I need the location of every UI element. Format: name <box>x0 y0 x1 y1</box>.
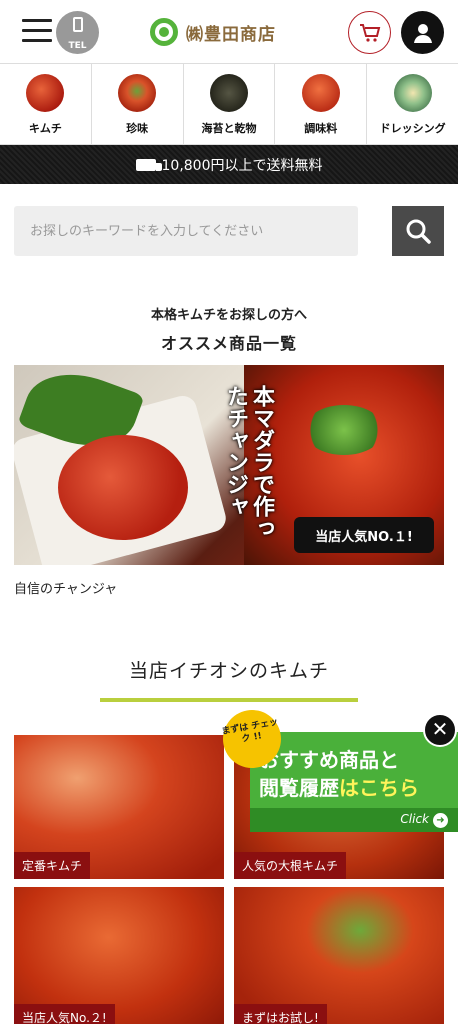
product-label: 人気の大根キムチ <box>234 852 347 879</box>
popular-badge: 当店人気NO.１! <box>294 517 434 553</box>
phone-icon <box>72 17 83 32</box>
search-button[interactable] <box>392 206 444 256</box>
product-label: まずはお試し! <box>234 1004 327 1024</box>
site-header: TEL ㈱豊田商店 <box>0 0 458 64</box>
close-icon[interactable]: ✕ <box>423 713 457 747</box>
seasoning-thumbnail <box>301 74 340 112</box>
banner-caption[interactable]: 自信のチャンジャ <box>14 578 117 597</box>
popup-history-word: 閲覧履歴 <box>259 776 339 800</box>
category-label: ドレッシング <box>379 122 446 135</box>
user-icon <box>413 23 432 43</box>
account-button[interactable] <box>401 11 444 54</box>
changja-image <box>58 435 188 540</box>
recommend-history-popup[interactable]: おすすめ商品と 閲覧履歴はこちら Click まずは チェック !! ✕ <box>218 705 458 832</box>
chinmi-thumbnail <box>118 74 157 112</box>
product-tile-popular-no2[interactable]: 当店人気No.２! <box>14 887 224 1024</box>
dressing-thumbnail <box>393 74 432 112</box>
category-label: 珍味 <box>126 122 149 135</box>
recommend-subtitle: 本格キムチをお探しの方へ <box>150 308 307 323</box>
category-kimchi[interactable]: キムチ <box>0 64 92 144</box>
category-label: キムチ <box>28 122 62 135</box>
cart-icon <box>359 23 380 42</box>
product-tile-trial[interactable]: まずはお試し! <box>234 887 444 1024</box>
tel-button[interactable]: TEL <box>56 11 99 54</box>
section-underline <box>100 698 358 702</box>
green-onion-image <box>304 405 384 455</box>
logo-text: ㈱豊田商店 <box>186 24 276 45</box>
category-nori-dried[interactable]: 海苔と乾物 <box>184 64 276 144</box>
free-shipping-text: 10,800円以上で送料無料 <box>161 157 323 174</box>
popup-wa: は <box>339 776 359 800</box>
cart-button[interactable] <box>348 11 391 54</box>
nori-thumbnail <box>209 74 248 112</box>
truck-icon <box>135 158 162 171</box>
popup-here: こちら <box>359 776 419 800</box>
changja-banner[interactable]: 本マダラで作ったチャンジャ 当店人気NO.１! <box>14 365 444 565</box>
search-icon <box>406 219 431 244</box>
tel-label: TEL <box>68 41 87 51</box>
popup-line-1: おすすめ商品と <box>259 748 399 772</box>
menu-icon[interactable] <box>22 19 52 43</box>
free-shipping-banner: 10,800円以上で送料無料 <box>0 145 458 184</box>
category-label: 調味料 <box>304 122 338 135</box>
section-title: 当店イチオシのキムチ <box>128 660 329 682</box>
product-label: 定番キムチ <box>14 852 91 879</box>
product-label: 当店人気No.２! <box>14 1004 115 1024</box>
kimchi-thumbnail <box>26 74 65 112</box>
popup-click-label[interactable]: Click <box>250 808 458 832</box>
product-tile-standard-kimchi[interactable]: 定番キムチ <box>14 735 224 879</box>
category-seasoning[interactable]: 調味料 <box>275 64 368 144</box>
popup-text[interactable]: おすすめ商品と 閲覧履歴はこちら <box>259 746 419 802</box>
category-label: 海苔と乾物 <box>201 122 257 135</box>
site-logo[interactable]: ㈱豊田商店 <box>150 17 276 47</box>
logo-mark-icon <box>150 18 178 46</box>
category-nav: キムチ 珍味 海苔と乾物 調味料 ドレッシング <box>0 64 458 145</box>
recommend-title: オススメ商品一覧 <box>160 334 297 353</box>
search-input[interactable] <box>14 206 358 256</box>
category-dressing[interactable]: ドレッシング <box>367 64 458 144</box>
popup-line-2: 閲覧履歴はこちら <box>259 774 419 802</box>
category-chinmi[interactable]: 珍味 <box>92 64 184 144</box>
banner-vertical-caption: 本マダラで作ったチャンジャ <box>223 385 274 539</box>
